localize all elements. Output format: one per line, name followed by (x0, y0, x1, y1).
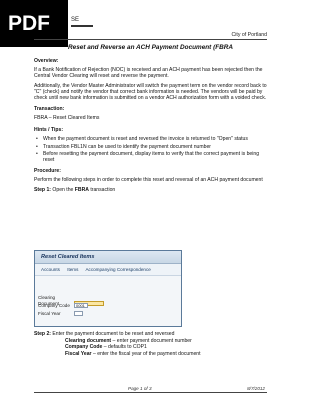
page-number: Page 1 of 3 (128, 386, 152, 391)
step-1-suffix: transaction (88, 186, 116, 193)
hint-item: When the payment document is reset and r… (36, 136, 267, 142)
step-2-section: Step 2: Enter the payment document to be… (34, 331, 267, 357)
step-2: Step 2: Enter the payment document to be… (34, 331, 267, 338)
header-divider (34, 39, 267, 40)
procedure-text: Perform the following steps in order to … (34, 177, 263, 184)
sap-menu-correspondence[interactable]: Accompanying Correspondence (85, 267, 150, 272)
sap-clearing-row: Clearing Document (38, 295, 104, 307)
step-2-line-term: Fiscal Year (65, 350, 92, 357)
sap-menu-items[interactable]: Items (67, 267, 78, 272)
step-2-line-desc: – enter payment document number (111, 337, 192, 344)
step-2-line: Company Code – defaults to COP1 (34, 344, 267, 351)
step-1-transaction: FBRA (74, 186, 89, 193)
footer-date: 8/7/2012 (247, 386, 265, 391)
step-2-line: Fiscal Year – enter the fiscal year of t… (34, 351, 267, 358)
step-1-label: Step 1: (34, 186, 51, 193)
sap-menu-bar: Accounts Items Accompanying Corresponden… (35, 264, 181, 276)
step-1: Step 1: Open the FBRA transaction (34, 187, 267, 193)
document-body: Overview: If a Bank Notification of Reje… (34, 58, 267, 193)
step-1-text: Open the (50, 186, 75, 193)
fiscal-year-label: Fiscal Year (38, 311, 61, 316)
overview-paragraph-2: Additionally, the Vendor Master Administ… (34, 82, 267, 102)
header-logo-bar (71, 25, 93, 27)
company-code-input[interactable]: 0001 (74, 303, 88, 309)
step-2-line-desc: – enter the fiscal year of the payment d… (91, 350, 201, 357)
header-logo-text: SE (71, 17, 80, 23)
sap-company-row: Company Code 0001 (38, 303, 88, 309)
document-title: Reset and Reverse an ACH Payment Documen… (68, 44, 233, 51)
sap-menu-accounts[interactable]: Accounts (41, 267, 60, 272)
sap-screenshot: Reset Cleared Items Accounts Items Accom… (34, 250, 182, 327)
header-logo-fragment: SE (71, 17, 93, 27)
fiscal-year-input[interactable] (74, 311, 83, 317)
step-2-line: Clearing document – enter payment docume… (34, 338, 267, 345)
sap-fiscal-row: Fiscal Year (38, 311, 83, 317)
organization-name: City of Portland (231, 32, 267, 38)
company-code-label: Company Code (38, 303, 70, 308)
hints-list: When the payment document is reset and r… (34, 136, 267, 164)
footer-divider (34, 392, 267, 393)
step-2-line-term: Clearing document (65, 337, 112, 344)
step-2-text: Enter the payment document to be reset a… (50, 331, 175, 337)
sap-screen-title: Reset Cleared Items (35, 251, 181, 264)
hint-item: Transaction FBL1N can be used to identif… (36, 144, 267, 150)
step-2-line-desc: – defaults to COP1 (102, 344, 147, 351)
step-2-label: Step 2: (34, 331, 51, 337)
overview-paragraph-1: If a Bank Notification of Rejection (NOC… (34, 67, 263, 80)
hint-item: Before resetting the payment document, d… (36, 151, 267, 163)
step-2-line-term: Company Code (65, 344, 103, 351)
